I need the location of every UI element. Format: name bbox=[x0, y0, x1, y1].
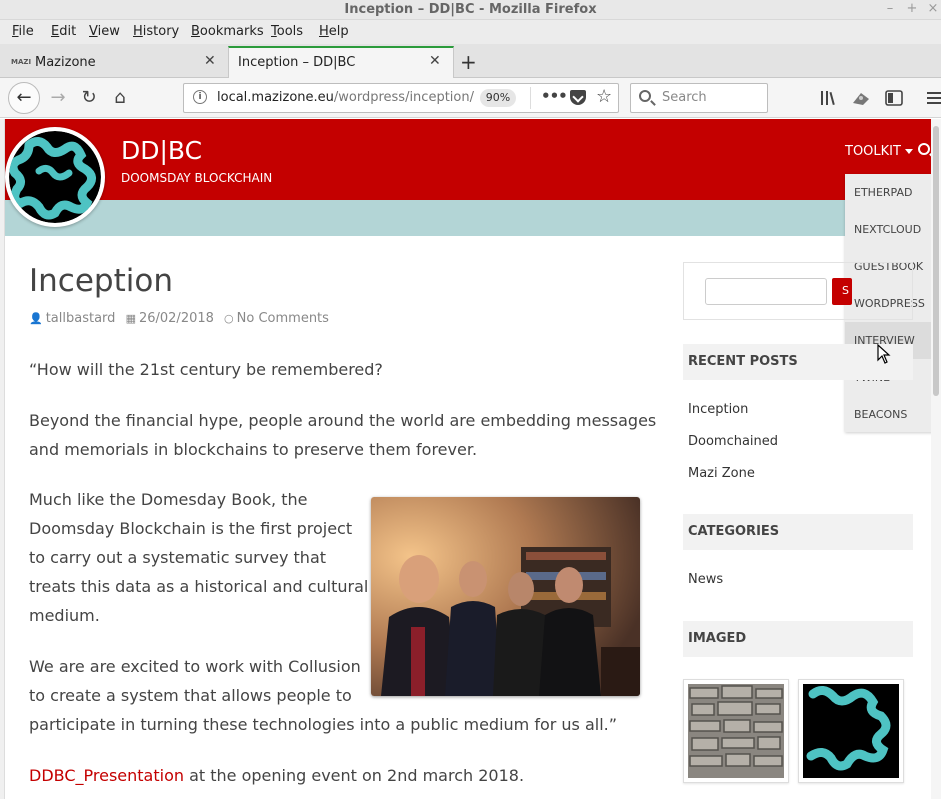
menu-history[interactable]: History bbox=[133, 24, 179, 39]
toolkit-label: TOOLKIT bbox=[845, 144, 901, 159]
post-comments-link[interactable]: No Comments bbox=[237, 311, 329, 326]
tab-mazizone[interactable]: MAZI Mazizone ✕ bbox=[0, 46, 227, 78]
dropdown-item-beacons[interactable]: BEACONS bbox=[845, 396, 938, 433]
toolkit-menu[interactable]: TOOLKIT bbox=[845, 144, 913, 159]
post-date[interactable]: 26/02/2018 bbox=[139, 311, 214, 326]
navigation-toolbar: ← → ↻ ⌂ i local.mazizone.eu/wordpress/in… bbox=[0, 78, 941, 118]
web-page: DD|BC DOOMSDAY BLOCKCHAIN TOOLKIT ETHERP… bbox=[5, 119, 941, 799]
dropdown-item-nextcloud[interactable]: NEXTCLOUD bbox=[845, 211, 938, 248]
post-paragraph: “How will the 21st century be remembered… bbox=[29, 360, 383, 379]
comment-icon: ○ bbox=[224, 312, 234, 325]
hamburger-menu-icon[interactable] bbox=[925, 90, 941, 106]
imaged-thumbnail[interactable] bbox=[798, 679, 904, 783]
search-icon bbox=[639, 90, 651, 102]
scrollbar-thumb[interactable] bbox=[933, 126, 939, 396]
menu-bookmarks[interactable]: Bookmarks bbox=[191, 24, 264, 39]
recent-post-link[interactable]: Inception bbox=[688, 402, 748, 417]
menu-edit[interactable]: Edit bbox=[51, 24, 76, 39]
recent-post-link[interactable]: Doomchained bbox=[688, 434, 778, 449]
sidebar-search-input[interactable] bbox=[705, 278, 827, 305]
forward-arrow-icon[interactable]: → bbox=[46, 86, 70, 110]
tab-label: Inception – DD|BC bbox=[238, 55, 356, 70]
minimize-button[interactable]: – bbox=[882, 1, 898, 16]
menu-view[interactable]: View bbox=[89, 24, 120, 39]
extension-icon[interactable] bbox=[851, 89, 871, 107]
url-text[interactable]: local.mazizone.eu/wordpress/inception/ bbox=[217, 90, 474, 105]
post-paragraph: DDBC_Presentation at the opening event o… bbox=[29, 766, 525, 785]
info-icon[interactable]: i bbox=[193, 90, 207, 104]
window-titlebar: Inception – DD|BC - Mozilla Firefox – + … bbox=[0, 0, 941, 20]
sidebar-toggle-icon[interactable] bbox=[885, 90, 903, 106]
page-actions-icon[interactable]: ••• bbox=[541, 87, 568, 105]
window-title: Inception – DD|BC - Mozilla Firefox bbox=[344, 2, 597, 17]
site-logo[interactable] bbox=[5, 127, 105, 227]
search-placeholder: Search bbox=[662, 90, 707, 105]
recent-post-link[interactable]: Mazi Zone bbox=[688, 466, 755, 481]
sidebar-search-button[interactable]: S bbox=[832, 278, 852, 305]
home-icon[interactable]: ⌂ bbox=[108, 86, 132, 110]
url-bar[interactable]: i local.mazizone.eu/wordpress/inception/… bbox=[183, 83, 619, 113]
search-icon[interactable] bbox=[918, 143, 930, 155]
category-link[interactable]: News bbox=[688, 572, 723, 587]
tab-label: Mazizone bbox=[35, 55, 96, 70]
maximize-button[interactable]: + bbox=[904, 1, 920, 16]
post-title: Inception bbox=[29, 263, 173, 299]
sidebar-search-widget: S bbox=[683, 262, 913, 320]
presentation-link[interactable]: DDBC_Presentation bbox=[29, 766, 184, 785]
close-tab-icon[interactable]: ✕ bbox=[429, 53, 441, 69]
mouse-cursor-icon bbox=[877, 344, 891, 364]
post-paragraph: Beyond the financial hype, people around… bbox=[29, 411, 657, 459]
zoom-level-badge[interactable]: 90% bbox=[480, 89, 516, 107]
calendar-icon: ▦ bbox=[125, 312, 136, 325]
menubar: File Edit View History Bookmarks Tools H… bbox=[0, 20, 941, 44]
close-window-button[interactable]: × bbox=[925, 1, 941, 16]
group-photo[interactable] bbox=[371, 497, 640, 696]
post-meta: 👤 tallbastard ▦ 26/02/2018 ○ No Comments bbox=[29, 311, 335, 326]
library-icon[interactable] bbox=[820, 90, 838, 106]
categories-heading: CATEGORIES bbox=[683, 514, 913, 550]
imaged-heading: IMAGED bbox=[683, 621, 913, 657]
site-tagline: DOOMSDAY BLOCKCHAIN bbox=[121, 171, 273, 185]
close-tab-icon[interactable]: ✕ bbox=[204, 53, 216, 69]
tab-strip: MAZI Mazizone ✕ Inception – DD|BC ✕ + bbox=[0, 44, 941, 78]
urlbar-divider bbox=[530, 87, 531, 109]
menu-help[interactable]: Help bbox=[319, 24, 349, 39]
caret-down-icon bbox=[904, 149, 913, 154]
mazi-favicon-icon: MAZI bbox=[11, 58, 32, 66]
site-title[interactable]: DD|BC bbox=[121, 136, 202, 165]
dropdown-item-etherpad[interactable]: ETHERPAD bbox=[845, 174, 938, 211]
post-author[interactable]: tallbastard bbox=[46, 311, 116, 326]
user-icon: 👤 bbox=[29, 312, 43, 325]
site-header: DD|BC DOOMSDAY BLOCKCHAIN TOOLKIT bbox=[5, 119, 941, 200]
menu-file[interactable]: File bbox=[12, 24, 34, 39]
imaged-thumbnail[interactable] bbox=[683, 679, 789, 783]
new-tab-icon[interactable]: + bbox=[460, 50, 477, 74]
header-subbar bbox=[5, 200, 941, 236]
pocket-icon[interactable] bbox=[570, 90, 586, 105]
bookmark-star-icon[interactable]: ☆ bbox=[596, 86, 612, 107]
post-paragraph: Much like the Domesday Book, the Doomsday… bbox=[29, 490, 369, 625]
reload-icon[interactable]: ↻ bbox=[77, 86, 101, 110]
menu-tools[interactable]: Tools bbox=[271, 24, 303, 39]
search-bar[interactable]: Search bbox=[630, 83, 768, 113]
back-arrow-icon[interactable]: ← bbox=[8, 82, 40, 114]
tab-inception[interactable]: Inception – DD|BC ✕ bbox=[228, 46, 454, 78]
